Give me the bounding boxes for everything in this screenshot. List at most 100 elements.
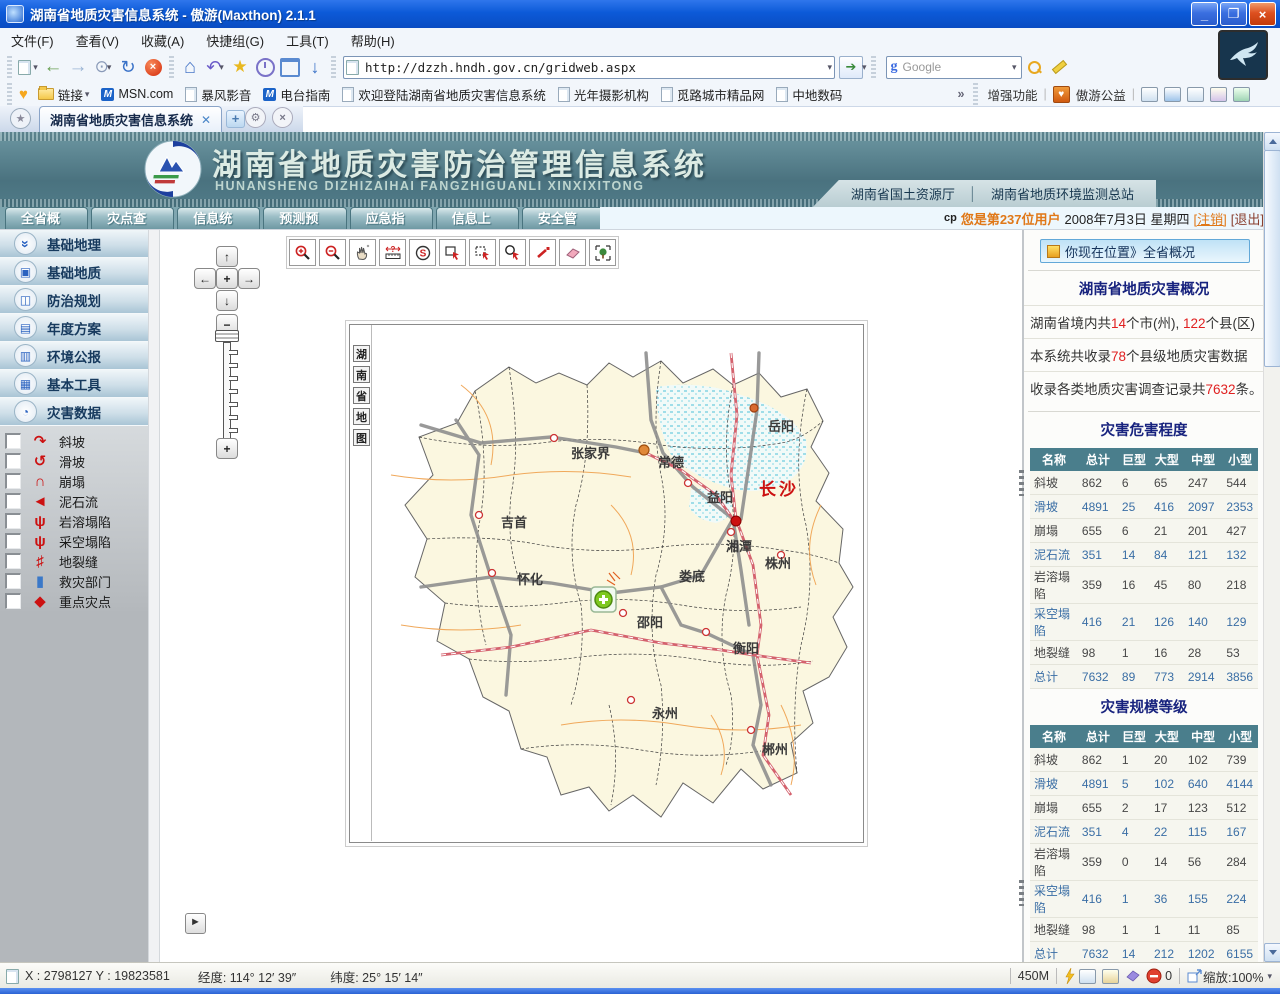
nav-tab-全省概况[interactable]: 全省概况 [5,207,88,229]
zoom-in-tool[interactable] [289,239,316,266]
back-button[interactable]: ← [41,55,65,79]
close-circle-button[interactable]: × [272,107,293,128]
layer-checkbox[interactable] [5,573,21,589]
menu-item[interactable]: 快捷组(G) [195,31,275,50]
pan-tool[interactable] [349,239,376,266]
home-button[interactable]: ⌂ [178,55,202,79]
map-canvas[interactable]: 张家界常德岳阳益阳长沙吉首湘潭株州怀化娄底邵阳衡阳永州郴州 [371,325,863,841]
sidebar-item-基础地理[interactable]: »基础地理 [0,230,148,258]
org-link-geo-environment[interactable]: 湖南省地质环境监测总站 [991,184,1134,203]
zoom-dropdown[interactable]: ▾ [1267,971,1272,982]
sidebar-item-基本工具[interactable]: ▦基本工具 [0,370,148,398]
magic-fill-button[interactable]: ★ [228,55,252,79]
org-link-land-resources[interactable]: 湖南省国土资源厅 [851,184,955,203]
go-button[interactable]: ➔ [839,56,863,79]
layer-checkbox[interactable] [5,593,21,609]
measure-distance-tool[interactable]: ? [379,239,406,266]
tab-close-icon[interactable]: ✕ [201,113,211,127]
link-item[interactable]: 中地数码 [770,85,848,104]
map-tab-char[interactable]: 省 [353,387,370,404]
link-item[interactable]: 光年摄影机构 [552,85,655,104]
sidebar-item-环境公报[interactable]: ▥环境公报 [0,342,148,370]
scroll-up-button[interactable] [1264,132,1280,151]
menu-item[interactable]: 帮助(H) [340,31,406,50]
popup-filter-icon[interactable] [1079,969,1096,984]
menu-item[interactable]: 文件(F) [0,31,65,50]
link-item[interactable]: MMSN.com [95,87,179,101]
pan-right-button[interactable]: → [238,268,260,289]
active-tab[interactable]: 湖南省地质灾害信息系统 ✕ [39,106,222,132]
nav-tab-安全管理[interactable]: 安全管理 [522,207,605,229]
layer-checkbox[interactable] [5,433,21,449]
scrollbar-thumb[interactable] [1264,150,1280,367]
select-rect-tool[interactable] [439,239,466,266]
sidebar-gutter[interactable] [148,230,160,963]
search-box[interactable]: g Google ▾ [886,56,1022,79]
sidebar-item-年度方案[interactable]: ▤年度方案 [0,314,148,342]
skin-icon[interactable] [1233,87,1250,102]
layer-checkbox[interactable] [5,553,21,569]
window-tool-icon[interactable] [1164,87,1181,102]
exit-link[interactable]: [退出] [1231,209,1264,228]
brush-icon[interactable] [1125,969,1141,983]
eraser-tool[interactable] [559,239,586,266]
draw-redline-tool[interactable] [529,239,556,266]
minimize-button[interactable]: _ [1191,2,1218,26]
blocked-popup-clock-icon[interactable] [1146,968,1163,985]
map-tab-char[interactable]: 湖 [353,345,370,362]
select-polygon-tool[interactable] [469,239,496,266]
linksbar-grip[interactable] [7,83,12,105]
download-button[interactable]: ↓ [303,55,327,79]
map-tab-char[interactable]: 南 [353,366,370,383]
maxthon-charity-link[interactable]: 傲游公益 [1076,85,1126,104]
favorites-heart-icon[interactable]: ♥ [19,86,28,103]
link-item[interactable]: 暴风影音 [179,85,257,104]
history-clock-button[interactable] [253,55,277,79]
link-item[interactable]: 链接▾ [32,85,96,104]
go-dropdown[interactable]: ▾ [862,62,867,73]
nav-tab-信息统计[interactable]: 信息统计 [177,207,260,229]
window-list-button[interactable] [278,55,302,79]
undo-button[interactable]: ↶▾ [203,55,227,79]
enhance-features-link[interactable]: 增强功能 [987,85,1037,104]
pan-down-button[interactable]: ↓ [216,290,238,311]
pan-center-button[interactable]: + [216,268,238,289]
zoom-level[interactable]: 缩放:100% [1203,967,1263,986]
select-circle-tool[interactable] [499,239,526,266]
sidebar-item-基础地质[interactable]: ▣基础地质 [0,258,148,286]
link-item[interactable]: 欢迎登陆湖南省地质灾害信息系统 [336,85,552,104]
map-tab-char[interactable]: 地 [353,408,370,425]
vertical-scrollbar[interactable] [1263,132,1280,962]
nav-tab-预测预警[interactable]: 预测预警 [263,207,346,229]
panel-collapse-arrow-button[interactable]: ► [185,913,206,934]
map-tab-char[interactable]: 图 [353,429,370,446]
nav-tab-应急指挥[interactable]: 应急指挥 [350,207,433,229]
stop-button[interactable]: × [141,55,165,79]
measure-area-tool[interactable]: S [409,239,436,266]
search-button[interactable] [1023,55,1047,79]
tab-star-button[interactable]: ★ [10,108,31,129]
menu-item[interactable]: 收藏(A) [130,31,195,50]
logout-link[interactable]: [注销] [1194,209,1227,228]
proxy-icon[interactable] [1141,87,1158,102]
layer-checkbox[interactable] [5,473,21,489]
history-dropdown-button[interactable]: ⊙▾ [91,55,115,79]
layer-checkbox[interactable] [5,493,21,509]
layer-checkbox[interactable] [5,453,21,469]
full-extent-tool[interactable] [589,239,616,266]
menu-item[interactable]: 工具(T) [275,31,340,50]
link-item[interactable]: 觅路城市精品网 [655,85,771,104]
layer-checkbox[interactable] [5,513,21,529]
sidebar-item-灾害数据[interactable]: ◔灾害数据 [0,398,148,426]
nav-tab-灾点查询[interactable]: 灾点查询 [91,207,174,229]
zoom-in-slider-button[interactable]: + [216,438,238,459]
zoom-out-tool[interactable] [319,239,346,266]
highlight-button[interactable] [1048,55,1072,79]
close-button[interactable]: × [1249,2,1276,26]
pan-up-button[interactable]: ↑ [216,246,238,267]
new-tab-plus-button[interactable]: + [226,110,245,128]
link-item[interactable]: M电台指南 [257,85,336,104]
map-layer-tab[interactable]: 湖南省地图 [353,345,370,446]
zoom-slider-handle[interactable] [215,330,239,342]
notes-icon[interactable] [1187,87,1204,102]
